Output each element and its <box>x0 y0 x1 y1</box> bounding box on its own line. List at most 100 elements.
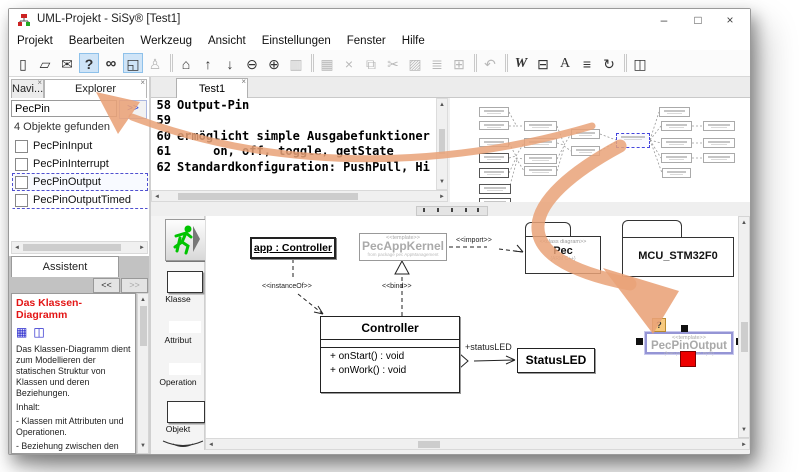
help-icon[interactable]: ? <box>79 53 99 73</box>
menu-werkzeug[interactable]: Werkzeug <box>132 33 200 49</box>
selection-handle[interactable] <box>681 325 688 332</box>
search-binoculars-icon[interactable]: ∞ <box>101 53 121 73</box>
list-item-pecpininterrupt[interactable]: PecPinInterrupt <box>12 155 148 173</box>
menu-ansicht[interactable]: Ansicht <box>200 33 254 49</box>
scroll-left-icon[interactable]: ◄ <box>208 440 214 451</box>
align-icon[interactable]: ≡ <box>577 53 597 73</box>
report-icon[interactable]: ▥ <box>286 53 306 73</box>
assistant-vscrollbar[interactable]: ▲ ▼ <box>137 293 149 454</box>
code-line[interactable]: 58Output-Pin <box>151 98 445 113</box>
uml-class-controller[interactable]: Controller + onStart() : void + onWork()… <box>320 316 460 393</box>
code-line[interactable]: 60ermöglicht simple Ausgabefunktioner <box>151 129 445 144</box>
scroll-thumb[interactable] <box>23 244 121 251</box>
code-editor[interactable]: 58Output-Pin5960ermöglicht simple Ausgab… <box>151 98 445 190</box>
scroll-up-icon[interactable]: ▲ <box>140 295 146 306</box>
overview-node[interactable] <box>703 153 735 163</box>
scroll-up-icon[interactable]: ▲ <box>439 100 445 111</box>
splitter-handle[interactable] <box>416 206 488 216</box>
maximize-button[interactable]: □ <box>682 9 714 31</box>
code-line[interactable]: 62Standardkonfiguration: PushPull, Hi <box>151 160 445 175</box>
scroll-thumb[interactable] <box>140 306 147 346</box>
palette-objekt-shape[interactable] <box>167 401 205 423</box>
code-line[interactable]: 61 on, off, toggle, getState <box>151 144 445 159</box>
close-icon[interactable]: × <box>241 78 246 86</box>
scroll-down-icon[interactable]: ▼ <box>741 425 747 436</box>
selection-handle[interactable] <box>636 338 643 345</box>
navigator-window-icon[interactable]: ◱ <box>123 53 143 73</box>
code-line[interactable]: 59 <box>151 113 445 128</box>
overview-node[interactable] <box>524 121 557 131</box>
overview-node[interactable] <box>479 184 511 194</box>
assistant-forward-button[interactable]: >> <box>121 278 148 293</box>
run-button[interactable] <box>165 219 207 261</box>
overview-node-selected[interactable] <box>616 133 650 148</box>
properties-icon[interactable]: ▦ <box>317 53 337 73</box>
overview-node[interactable] <box>662 168 691 178</box>
uml-class-statusled[interactable]: StatusLED <box>517 348 595 373</box>
overview-node[interactable] <box>479 153 509 163</box>
delete-icon[interactable]: × <box>339 53 359 73</box>
overview-node[interactable] <box>524 138 557 148</box>
new-document-icon[interactable]: ▯ <box>13 53 33 73</box>
close-button[interactable]: × <box>714 9 746 31</box>
undo-icon[interactable]: ↶ <box>480 53 500 73</box>
scroll-thumb[interactable] <box>418 441 440 448</box>
scroll-down-icon[interactable]: ▼ <box>140 441 146 452</box>
diagram-vscrollbar[interactable]: ▲ ▼ <box>738 216 750 438</box>
overview-node[interactable] <box>524 166 557 176</box>
overview-node[interactable] <box>479 121 509 130</box>
print-icon[interactable]: ⊟ <box>533 53 553 73</box>
list-item-pecpininput[interactable]: PecPinInput <box>12 137 148 155</box>
close-icon[interactable]: × <box>37 79 42 87</box>
menu-einstellungen[interactable]: Einstellungen <box>254 33 339 49</box>
list-item-pecpinoutput[interactable]: PecPinOutput <box>12 173 148 191</box>
assistant-back-button[interactable]: << <box>93 278 120 293</box>
down-arrow-icon[interactable]: ↓ <box>220 53 240 73</box>
palette-curve-shape[interactable] <box>161 438 205 450</box>
uml-class-pecappkernel[interactable]: <<template>> PecAppKernel from package p… <box>359 233 447 261</box>
scroll-thumb[interactable] <box>439 129 445 154</box>
selection-handle-red[interactable] <box>680 351 696 367</box>
zoom-out-icon[interactable]: ⊖ <box>242 53 262 73</box>
cut-icon[interactable]: ✂ <box>383 53 403 73</box>
palette-operation-shape[interactable] <box>169 363 201 375</box>
uml-package-pec[interactable]: <<class diagram>> Pec {ARM C++} <box>525 236 601 274</box>
home-icon[interactable]: ⌂ <box>176 53 196 73</box>
screen-icon[interactable]: ▦ <box>16 325 27 339</box>
overview-node[interactable] <box>571 129 600 139</box>
scroll-left-icon[interactable]: ◄ <box>14 243 20 254</box>
scroll-down-icon[interactable]: ▼ <box>439 177 445 188</box>
uml-package-pec-tab[interactable] <box>525 222 571 237</box>
scroll-thumb[interactable] <box>741 322 748 352</box>
menu-hilfe[interactable]: Hilfe <box>394 33 433 49</box>
font-icon[interactable]: A <box>555 53 575 73</box>
open-book-icon[interactable]: ◫ <box>33 325 44 339</box>
overview-node[interactable] <box>661 138 692 148</box>
overview-node[interactable] <box>659 107 690 117</box>
close-icon[interactable]: × <box>140 79 145 87</box>
overview-node[interactable] <box>479 107 509 117</box>
open-folder-icon[interactable]: ▱ <box>35 53 55 73</box>
scroll-right-icon[interactable]: ► <box>741 440 747 451</box>
palette-klasse-shape[interactable] <box>167 271 203 293</box>
grid-icon[interactable]: ⊞ <box>449 53 469 73</box>
checkbox[interactable] <box>15 194 28 207</box>
menu-projekt[interactable]: Projekt <box>9 33 61 49</box>
overview-node[interactable] <box>479 138 509 147</box>
overview-node[interactable] <box>703 138 735 148</box>
uml-package-mcu-stm32f0[interactable]: MCU_STM32F0 <box>622 237 734 277</box>
checkbox[interactable] <box>15 176 28 189</box>
word-export-icon[interactable]: W <box>511 53 531 73</box>
mail-icon[interactable]: ✉ <box>57 53 77 73</box>
overview-node[interactable] <box>703 121 735 131</box>
overview-node[interactable] <box>524 154 557 164</box>
diagram-overview-panel[interactable] <box>450 98 750 202</box>
minimize-button[interactable]: – <box>648 9 680 31</box>
tab-navi[interactable]: Navi... × <box>11 79 44 98</box>
editor-vscrollbar[interactable]: ▲ ▼ <box>436 98 448 190</box>
tab-explorer[interactable]: Explorer × <box>44 79 147 98</box>
scroll-up-icon[interactable]: ▲ <box>741 218 747 229</box>
explorer-hscrollbar[interactable]: ◄ ► <box>11 241 148 254</box>
scroll-right-icon[interactable]: ► <box>139 243 145 254</box>
list-item-pecpinoutputtimed[interactable]: PecPinOutputTimed <box>12 191 148 209</box>
